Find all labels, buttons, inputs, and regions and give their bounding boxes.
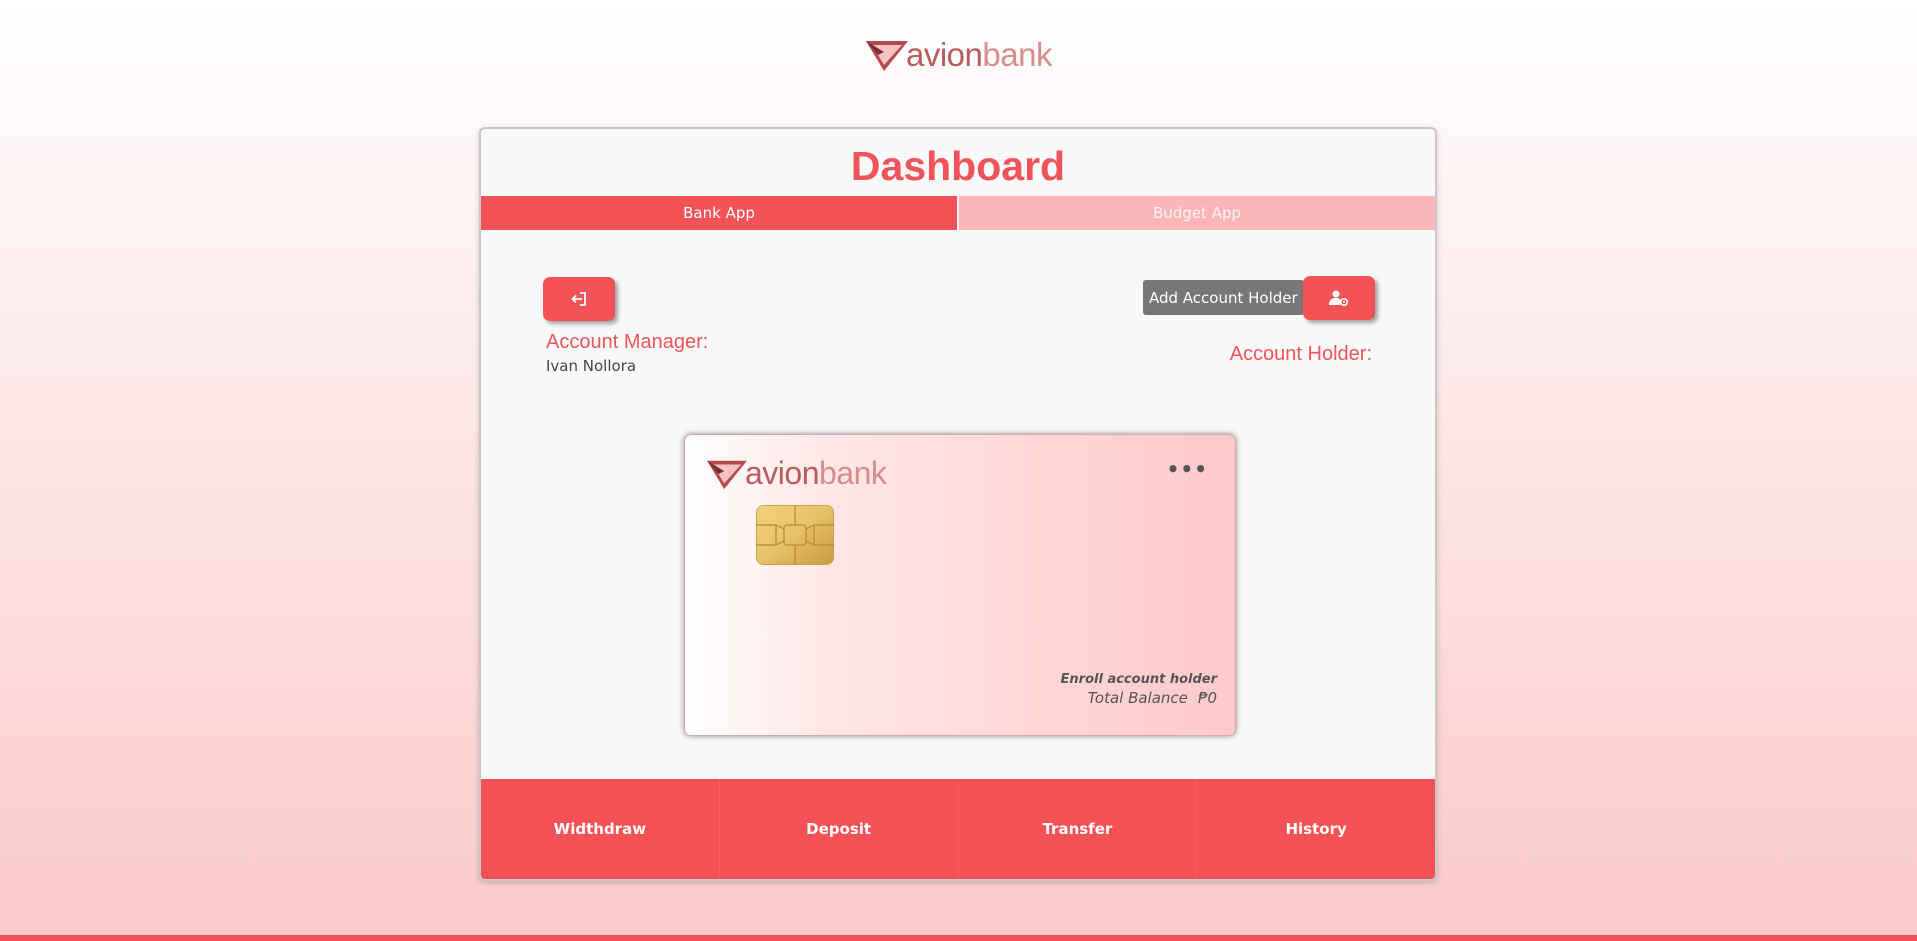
header-logo: avionbank <box>864 36 1052 74</box>
history-button[interactable]: History <box>1197 779 1435 879</box>
card-logo: avionbank <box>705 455 887 492</box>
paper-plane-logo-icon <box>866 41 908 71</box>
balance-value: ₱0 <box>1197 689 1217 707</box>
paper-plane-logo-icon <box>707 460 747 489</box>
card-chip-icon <box>756 505 834 565</box>
dashboard-panel: Dashboard Bank App Budget App Add Accoun… <box>479 127 1437 881</box>
bottom-accent-bar <box>0 935 1917 941</box>
tab-budget-app[interactable]: Budget App <box>957 196 1435 230</box>
add-user-button[interactable] <box>1303 276 1375 320</box>
tab-bank-app[interactable]: Bank App <box>481 196 957 230</box>
logout-button[interactable] <box>543 277 615 321</box>
card-balance: Total Balance ₱0 <box>1088 689 1217 707</box>
page-title: Dashboard <box>850 143 1066 189</box>
card-brand-wordmark: avionbank <box>745 455 887 492</box>
transfer-button[interactable]: Transfer <box>959 779 1198 879</box>
balance-label: Total Balance <box>1087 689 1188 707</box>
brand-name-part2: bank <box>982 36 1052 73</box>
account-manager-label: Account Manager: <box>546 331 709 353</box>
add-account-holder-button[interactable]: Add Account Holder <box>1143 280 1304 315</box>
brand-name-part1: avion <box>906 36 983 73</box>
account-holder-label: Account Holder: <box>1229 343 1372 365</box>
logout-icon <box>571 292 586 306</box>
card-status-text: Enroll account holder <box>1060 672 1217 687</box>
brand-wordmark: avionbank <box>906 36 1052 74</box>
card-menu-ellipsis-icon[interactable]: ••• <box>1167 457 1208 481</box>
deposit-button[interactable]: Deposit <box>720 779 959 879</box>
account-manager-name: Ivan Nollora <box>546 357 637 375</box>
action-bar: Widthdraw Deposit Transfer History <box>481 779 1435 879</box>
card-brand-name-part1: avion <box>745 455 820 491</box>
card-brand-name-part2: bank <box>819 455 887 491</box>
bank-card: avionbank ••• Enroll account holder Tota… <box>684 434 1236 736</box>
app-tabs: Bank App Budget App <box>481 196 1435 230</box>
user-gear-icon <box>1329 290 1348 306</box>
withdraw-button[interactable]: Widthdraw <box>481 779 720 879</box>
